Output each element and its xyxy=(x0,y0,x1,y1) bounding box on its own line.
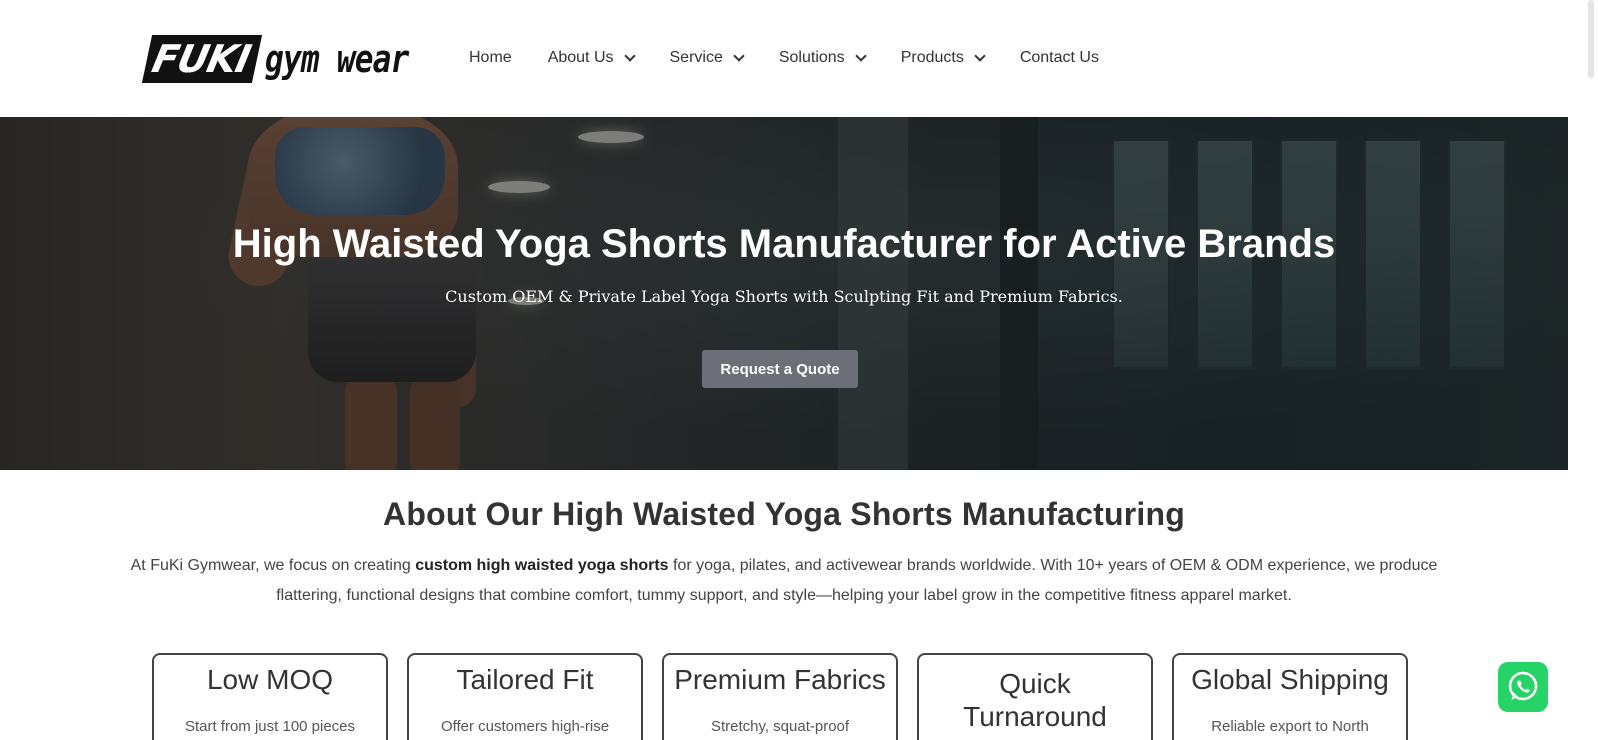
nav-contact-us-label: Contact Us xyxy=(1019,49,1099,66)
feature-card-desc: Offer customers high-rise xyxy=(440,718,610,735)
logo-brand: FUKI xyxy=(141,35,263,83)
nav-solutions-label: Solutions xyxy=(778,49,845,66)
feature-card-desc: Stretchy, squat-proof xyxy=(710,718,850,735)
about-text: At FuKi Gymwear, we focus on creating cu… xyxy=(130,551,1438,611)
hero-section: High Waisted Yoga Shorts Manufacturer fo… xyxy=(0,117,1568,470)
feature-card-quick-turnaround: Quick Turnaround xyxy=(917,653,1153,740)
logo-tagline: gym wear xyxy=(265,37,409,81)
nav-home[interactable]: Home xyxy=(469,49,512,67)
nav-about-us[interactable]: About Us xyxy=(547,49,636,67)
about-text-highlight: custom high waisted yoga shorts xyxy=(415,557,669,574)
nav-service[interactable]: Service xyxy=(669,49,745,67)
site-logo[interactable]: FUKI gym wear xyxy=(141,34,440,84)
chevron-down-icon xyxy=(855,50,867,62)
about-text-start: At FuKi Gymwear, we focus on creating xyxy=(130,557,416,574)
hero-title: High Waisted Yoga Shorts Manufacturer fo… xyxy=(232,222,1336,266)
chevron-down-icon xyxy=(733,50,745,62)
request-quote-button[interactable]: Request a Quote xyxy=(702,350,858,388)
feature-card-title: Tailored Fit xyxy=(456,664,594,695)
feature-card-tailored-fit: Tailored Fit Offer customers high-rise xyxy=(407,653,643,740)
about-title: About Our High Waisted Yoga Shorts Manuf… xyxy=(383,496,1185,532)
feature-card-low-moq: Low MOQ Start from just 100 pieces xyxy=(152,653,388,740)
feature-card-premium-fabrics: Premium Fabrics Stretchy, squat-proof xyxy=(662,653,898,740)
feature-card-title: Low MOQ xyxy=(206,664,334,695)
chevron-down-icon xyxy=(623,50,636,62)
nav-home-label: Home xyxy=(469,49,512,66)
feature-card-title: Premium Fabrics xyxy=(674,664,886,695)
feature-card-title: Global Shipping xyxy=(1191,664,1389,695)
feature-card-desc: Start from just 100 pieces xyxy=(184,718,356,735)
site-header: FUKI gym wear Home About Us Service Solu… xyxy=(0,0,1568,117)
whatsapp-icon xyxy=(1508,671,1538,701)
nav-service-label: Service xyxy=(669,49,723,66)
page-scrollbar[interactable] xyxy=(1588,0,1594,78)
hero-subtitle: Custom OEM & Private Label Yoga Shorts w… xyxy=(445,287,1123,306)
feature-card-title: Quick Turnaround xyxy=(963,668,1107,732)
feature-card-global-shipping: Global Shipping Reliable export to North xyxy=(1172,653,1408,740)
nav-solutions[interactable]: Solutions xyxy=(778,49,867,67)
feature-card-desc: Reliable export to North xyxy=(1211,718,1369,735)
main-nav: Home About Us Service Solutions Products… xyxy=(469,44,1135,72)
nav-products-label: Products xyxy=(900,49,964,66)
nav-about-us-label: About Us xyxy=(547,49,614,66)
nav-products[interactable]: Products xyxy=(900,49,986,67)
chevron-down-icon xyxy=(974,50,986,62)
nav-contact-us[interactable]: Contact Us xyxy=(1020,49,1099,67)
whatsapp-chat-button[interactable] xyxy=(1498,662,1548,712)
